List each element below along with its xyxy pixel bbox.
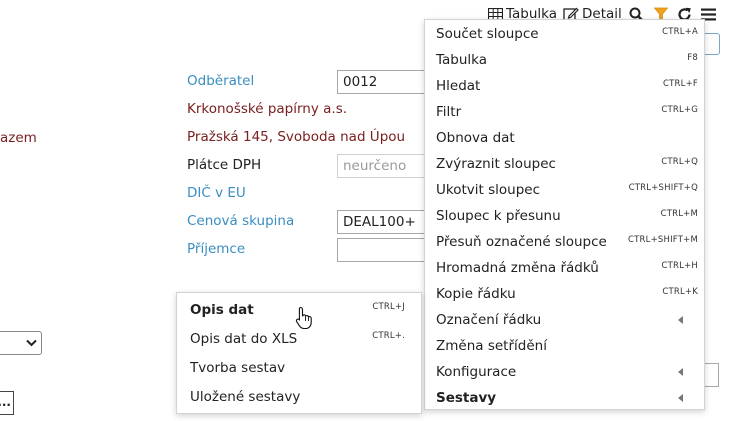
- submenu-item-ulozene-sestavy[interactable]: Uložené sestavy: [177, 383, 421, 412]
- menu-item-item-label: Ukotvit sloupec: [436, 182, 540, 198]
- menu-item-item-label: Označení řádku: [436, 312, 542, 328]
- menu-item-tabulka[interactable]: Tabulka F8: [425, 47, 704, 73]
- menu-item-item-label: Přesuň označené sloupce: [436, 234, 607, 250]
- menu-item-oznaceni-radku[interactable]: Označení řádku: [425, 307, 704, 333]
- customer-code-input[interactable]: 0012: [337, 70, 437, 94]
- menu-item-konfigurace[interactable]: Konfigurace: [425, 359, 704, 385]
- menu-item-item-label: Filtr: [436, 104, 462, 120]
- menu-item-soucet-sloupce[interactable]: Součet sloupce CTRL+A: [425, 21, 704, 47]
- shortcut-hint: CTRL+M: [660, 209, 698, 219]
- menu-item-zmena-setrideni[interactable]: Změna setřídění: [425, 333, 704, 359]
- shortcut-hint: F8: [687, 53, 698, 63]
- submenu-item-item-label: Opis dat: [190, 302, 254, 318]
- submenu-item-tvorba-sestav[interactable]: Tvorba sestav: [177, 354, 421, 383]
- menu-item-item-label: Hromadná změna řádků: [436, 260, 599, 276]
- menu-item-item-label: Sloupec k přesunu: [436, 208, 561, 224]
- price-group-label[interactable]: Cenová skupina: [187, 213, 294, 229]
- recipient-label[interactable]: Příjemce: [187, 241, 245, 257]
- menu-item-item-label: Tabulka: [436, 52, 488, 68]
- menu-item-obnova-dat[interactable]: Obnova dat: [425, 125, 704, 151]
- menu-item-hromadna-zmena-radku[interactable]: Hromadná změna řádků CTRL+H: [425, 255, 704, 281]
- menu-item-filtr[interactable]: Filtr CTRL+G: [425, 99, 704, 125]
- recipient-input[interactable]: [337, 238, 437, 262]
- menu-item-sloupec-k-presunu[interactable]: Sloupec k přesunu CTRL+M: [425, 203, 704, 229]
- menu-item-item-label: Součet sloupce: [436, 26, 539, 42]
- submenu-item-item-label: Opis dat do XLS: [190, 331, 298, 347]
- left-edge-text: azem: [0, 130, 37, 146]
- hand-cursor-icon: [295, 306, 312, 330]
- menu-item-sestavy[interactable]: Sestavy: [425, 385, 704, 411]
- submenu-arrow-icon: [678, 394, 683, 402]
- price-group-input[interactable]: DEAL100+: [337, 210, 437, 234]
- shortcut-hint: CTRL+.: [372, 331, 405, 341]
- menu-item-kopie-radku[interactable]: Kopie řádku CTRL+K: [425, 281, 704, 307]
- chevron-down-icon: [26, 339, 37, 347]
- left-select-dropdown[interactable]: [0, 331, 42, 355]
- shortcut-hint: CTRL+Q: [661, 157, 698, 167]
- shortcut-hint: CTRL+J: [372, 302, 405, 312]
- customer-label[interactable]: Odběratel: [187, 73, 254, 89]
- menu-item-item-label: Hledat: [436, 78, 481, 94]
- shortcut-hint: CTRL+K: [662, 287, 698, 297]
- main-context-menu: Součet sloupce CTRL+A Tabulka F8 Hledat CTRL+…: [424, 19, 705, 410]
- submenu-item-item-label: Uložené sestavy: [190, 389, 301, 405]
- shortcut-hint: CTRL+G: [661, 105, 698, 115]
- menu-item-item-label: Obnova dat: [436, 130, 515, 146]
- ellipsis-label: ...: [0, 395, 11, 409]
- right-edge-field[interactable]: [704, 363, 719, 387]
- submenu-arrow-icon: [678, 316, 683, 324]
- menu-item-item-label: Zvýraznit sloupec: [436, 156, 556, 172]
- vat-payer-field: neurčeno: [337, 154, 437, 178]
- menu-item-item-label: Změna setřídění: [436, 338, 547, 354]
- submenu-arrow-icon: [678, 368, 683, 376]
- menu-item-item-label: Sestavy: [436, 390, 497, 406]
- vat-payer-label: Plátce DPH: [187, 157, 262, 173]
- menu-item-hledat[interactable]: Hledat CTRL+F: [425, 73, 704, 99]
- menu-item-item-label: Kopie řádku: [436, 286, 516, 302]
- shortcut-hint: CTRL+F: [663, 79, 698, 89]
- menu-item-item-label: Konfigurace: [436, 364, 517, 380]
- menu-item-presun-oznacene-sloupce[interactable]: Přesuň označené sloupce CTRL+SHIFT+M: [425, 229, 704, 255]
- eu-vat-label[interactable]: DIČ v EU: [187, 185, 246, 201]
- shortcut-hint: CTRL+SHIFT+M: [628, 235, 698, 245]
- customer-name: Krkonošské papírny a.s.: [187, 101, 348, 117]
- shortcut-hint: CTRL+SHIFT+Q: [628, 183, 698, 193]
- right-edge-button[interactable]: [704, 33, 720, 55]
- menu-item-ukotvit-sloupec[interactable]: Ukotvit sloupec CTRL+SHIFT+Q: [425, 177, 704, 203]
- shortcut-hint: CTRL+A: [662, 27, 698, 37]
- shortcut-hint: CTRL+H: [661, 261, 698, 271]
- menu-item-zvyraznit-sloupec[interactable]: Zvýraznit sloupec CTRL+Q: [425, 151, 704, 177]
- customer-address: Pražská 145, Svoboda nad Úpou: [187, 129, 406, 145]
- submenu-item-item-label: Tvorba sestav: [190, 360, 286, 376]
- ellipsis-button[interactable]: ...: [0, 391, 14, 415]
